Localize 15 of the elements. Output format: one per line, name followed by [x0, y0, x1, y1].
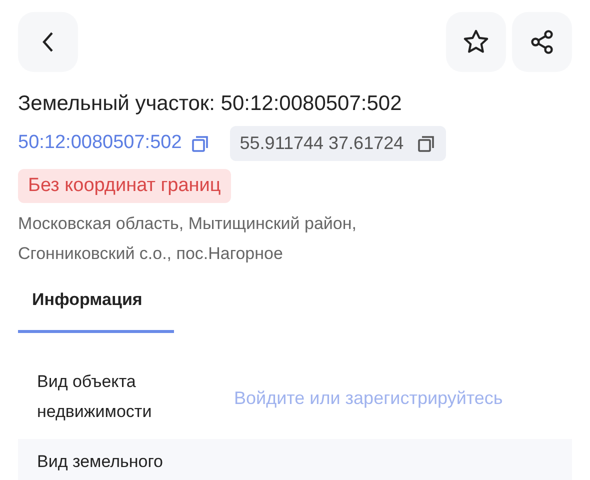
copy-icon[interactable]	[190, 134, 210, 154]
favorite-button[interactable]	[446, 12, 506, 72]
row-label: Вид объекта недвижимости	[37, 370, 153, 422]
tab[interactable]: Информация	[18, 287, 174, 332]
login-link[interactable]: Войдите или зарегистрируйтесь	[234, 385, 503, 412]
back-icon	[41, 31, 55, 53]
coordinates-text: 55.911744 37.61724	[240, 132, 404, 155]
share-button[interactable]	[512, 12, 572, 72]
page-title: Земельный участок: 50:12:0080507:502	[18, 92, 403, 116]
address-text: Московская область, Мытищинский район, Сгонниковский с.о., пос.Нагорное	[18, 213, 358, 265]
cadastral-link[interactable]: 50:12:0080507:502	[18, 129, 182, 158]
status-badge: Без координат границ	[18, 169, 231, 203]
share-icon	[529, 29, 555, 55]
row-label: Вид земельного	[37, 450, 164, 472]
copy-icon[interactable]	[416, 134, 436, 154]
